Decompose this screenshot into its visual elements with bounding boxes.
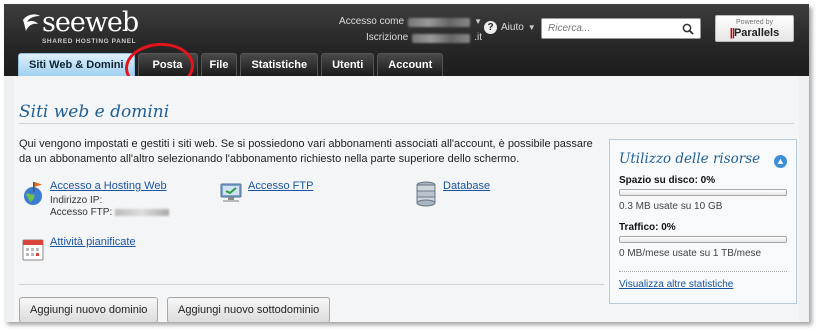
disk-space-label: Spazio su disco: 0%: [619, 175, 716, 186]
ip-label: Indirizzo IP:: [50, 195, 103, 206]
hosting-access-link[interactable]: Accesso a Hosting Web: [50, 180, 167, 192]
ftp-access-item: Accesso FTP: [219, 180, 313, 208]
divider: [19, 284, 604, 285]
database-link[interactable]: Database: [443, 180, 490, 208]
main-tabs: Siti Web & Domini Posta File Statistiche…: [18, 53, 444, 76]
search-input[interactable]: [542, 19, 677, 38]
info-icon[interactable]: ▲: [774, 155, 787, 168]
tab-file[interactable]: File: [200, 53, 238, 76]
traffic-usage-text: 0 MB/mese usate su 1 TB/mese: [619, 248, 762, 259]
traffic-usage-bar: [619, 236, 787, 243]
subscription-label: Iscrizione: [365, 32, 409, 43]
add-domain-button[interactable]: Aggiungi nuovo dominio: [19, 297, 159, 322]
logo-text: seeweb: [42, 7, 139, 38]
access-as-label: Accesso come: [339, 16, 405, 27]
hosting-access-item: Accesso a Hosting Web Indirizzo IP: Acce…: [21, 180, 170, 219]
scheduled-tasks-item: Attività pianificate: [21, 236, 136, 264]
help-icon: ?: [484, 21, 497, 34]
logo-subtitle: SHARED HOSTING PANEL: [42, 38, 137, 45]
calendar-icon: [22, 239, 44, 261]
ftp-computer-icon: [220, 183, 242, 202]
chevron-down-icon[interactable]: ▼: [474, 14, 482, 30]
help-menu[interactable]: ? Aiuto ▼: [484, 21, 536, 34]
parallels-logo[interactable]: Powered by ||Parallels: [715, 15, 794, 42]
subscription-suffix: .it: [474, 32, 482, 43]
blurred-username[interactable]: [408, 17, 471, 27]
database-icon: [416, 181, 436, 207]
account-info: Accesso come ▼ Iscrizione .it: [322, 14, 482, 46]
search-icon[interactable]: [682, 23, 694, 35]
seeweb-swirl-icon: [23, 14, 40, 32]
divider: [19, 123, 794, 124]
page-title: Siti web e domini: [19, 102, 170, 122]
page-description: Qui vengono impostati e gestiti i siti w…: [19, 138, 593, 165]
parallels-brand: Parallels: [733, 27, 780, 39]
divider: [619, 271, 787, 272]
browser-frame: seeweb SHARED HOSTING PANEL Accesso come…: [4, 4, 809, 322]
scheduled-tasks-link[interactable]: Attività pianificate: [50, 236, 136, 264]
tab-account[interactable]: Account: [377, 53, 444, 76]
search-box: [541, 18, 701, 39]
tab-statistiche[interactable]: Statistiche: [240, 53, 319, 76]
blurred-ftp-user: [115, 208, 170, 216]
tab-utenti[interactable]: Utenti: [321, 53, 375, 76]
help-label: Aiuto: [501, 22, 524, 33]
ftp-access-link[interactable]: Accesso FTP: [248, 180, 313, 208]
blurred-subscription[interactable]: [412, 33, 471, 43]
tab-siti-web-domini[interactable]: Siti Web & Domini: [18, 53, 135, 76]
resource-usage-panel: Utilizzo delle risorse ▲ Spazio su disco…: [609, 139, 797, 304]
database-item: Database: [414, 180, 490, 208]
powered-by-label: Powered by: [736, 19, 773, 26]
more-statistics-link[interactable]: Visualizza altre statistiche: [619, 279, 733, 290]
main-content: Siti web e domini Qui vengono impostati …: [14, 76, 799, 322]
ftp-access-label: Accesso FTP:: [50, 207, 113, 218]
disk-usage-bar: [619, 189, 787, 196]
hosting-globe-icon: [24, 182, 42, 205]
add-subdomain-button[interactable]: Aggiungi nuovo sottodominio: [167, 297, 331, 322]
resource-usage-title: Utilizzo delle risorse: [619, 151, 761, 167]
disk-usage-text: 0.3 MB usate su 10 GB: [619, 201, 723, 212]
seeweb-logo[interactable]: seeweb SHARED HOSTING PANEL: [20, 7, 150, 48]
traffic-label: Traffico: 0%: [619, 222, 676, 233]
chevron-down-icon: ▼: [527, 23, 536, 32]
